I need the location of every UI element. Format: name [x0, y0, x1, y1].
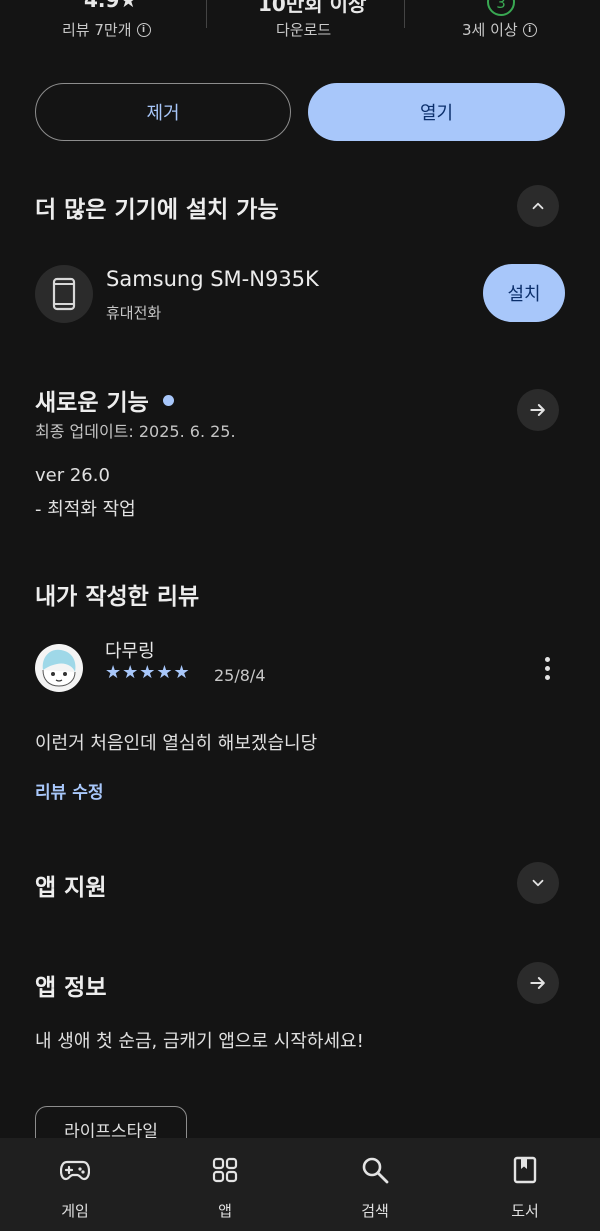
chevron-down-icon	[532, 879, 544, 887]
device-avatar	[35, 265, 93, 323]
apps-grid-icon	[212, 1157, 238, 1183]
arrow-right-icon	[530, 977, 545, 989]
app-description: 내 생애 첫 순금, 금캐기 앱으로 시작하세요!	[35, 1031, 364, 1052]
bottom-navigation: 게임 앱 검색 도서	[0, 1138, 600, 1231]
nav-label: 검색	[361, 1202, 389, 1220]
rating-count: 리뷰 7만개	[62, 21, 132, 39]
uninstall-button[interactable]: 제거	[35, 83, 291, 141]
divider	[206, 0, 207, 28]
review-author: 다무링	[105, 641, 155, 662]
review-body: 이런거 처음인데 열심히 해보겠습니당	[35, 733, 318, 754]
more-vert-icon	[544, 656, 550, 662]
whats-new-header: 새로운 기능	[35, 383, 174, 417]
whats-new-more-button[interactable]	[517, 389, 559, 431]
avatar	[35, 644, 83, 692]
search-icon	[362, 1157, 389, 1184]
phone-icon	[52, 277, 76, 311]
user-avatar-icon	[42, 649, 76, 687]
device-name: Samsung SM-N935K	[106, 267, 319, 291]
open-button[interactable]: 열기	[308, 83, 565, 141]
age-rating-label[interactable]: 3세 이상 i	[462, 19, 537, 40]
divider	[404, 0, 405, 28]
age-rating-badge: 3	[487, 0, 515, 16]
edit-review-link[interactable]: 리뷰 수정	[35, 778, 103, 803]
last-updated: 최종 업데이트: 2025. 6. 25.	[35, 422, 236, 441]
chevron-up-icon	[532, 202, 544, 210]
device-type: 휴대전화	[106, 304, 162, 322]
my-review-title: 내가 작성한 리뷰	[35, 584, 200, 610]
book-icon	[513, 1156, 537, 1184]
version-text: ver 26.0	[35, 465, 110, 486]
nav-label: 게임	[61, 1202, 89, 1220]
nav-item-search[interactable]: 검색	[300, 1138, 450, 1231]
nav-label: 도서	[511, 1202, 539, 1220]
app-info-more-button[interactable]	[517, 962, 559, 1004]
nav-item-books[interactable]: 도서	[450, 1138, 600, 1231]
app-info-title: 앱 정보	[35, 975, 107, 1001]
review-stars: ★★★★★	[105, 662, 191, 683]
downloads-value: 10만회 이상	[258, 0, 367, 16]
app-support-expand-button[interactable]	[517, 862, 559, 904]
gamepad-icon	[60, 1160, 90, 1181]
app-support-title: 앱 지원	[35, 875, 107, 901]
review-more-menu[interactable]	[533, 650, 561, 686]
whats-new-title: 새로운 기능	[35, 390, 149, 416]
nav-label: 앱	[218, 1202, 232, 1220]
new-indicator-dot	[162, 394, 174, 406]
collapse-button[interactable]	[517, 185, 559, 227]
rating-value: 4.9★	[84, 0, 138, 12]
info-icon: i	[522, 22, 537, 37]
downloads-label: 다운로드	[276, 21, 332, 39]
info-icon: i	[136, 22, 151, 37]
arrow-right-icon	[530, 404, 545, 416]
nav-item-apps[interactable]: 앱	[150, 1138, 300, 1231]
release-notes: - 최적화 작업	[35, 499, 136, 520]
nav-item-games[interactable]: 게임	[0, 1138, 150, 1231]
more-devices-title: 더 많은 기기에 설치 가능	[35, 197, 279, 223]
review-date: 25/8/4	[214, 666, 266, 685]
install-button[interactable]: 설치	[483, 264, 565, 322]
rating-label[interactable]: 리뷰 7만개 i	[62, 19, 151, 40]
